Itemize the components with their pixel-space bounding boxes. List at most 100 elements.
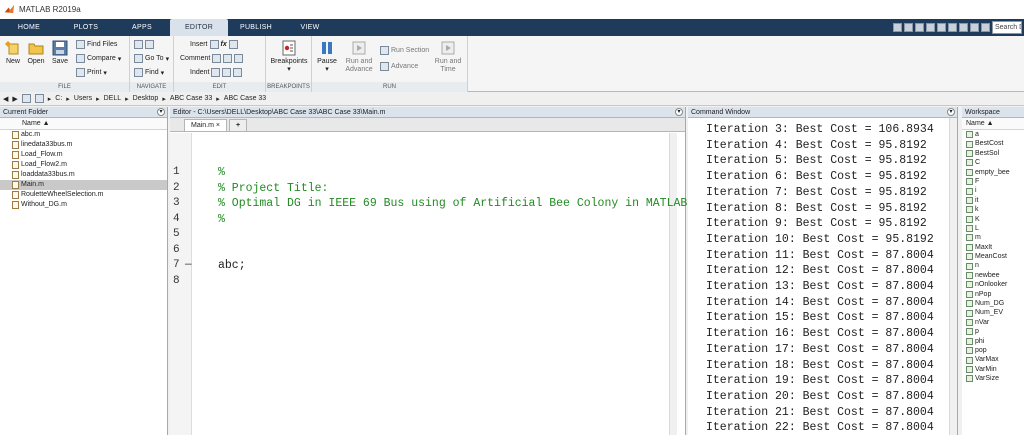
print-button[interactable]: Print ▾ <box>76 68 107 77</box>
workspace-variable[interactable]: a <box>962 130 1024 139</box>
tab-editor[interactable]: EDITOR <box>170 19 228 36</box>
breakpoints-button[interactable]: Breakpoints ▾ <box>268 40 310 74</box>
workspace-variable[interactable]: empty_bee <box>962 168 1024 177</box>
file-list-item[interactable]: abc.m <box>0 130 167 140</box>
workspace-variable[interactable]: C <box>962 158 1024 167</box>
workspace-variable[interactable]: pop <box>962 346 1024 355</box>
up-folder-icon[interactable] <box>21 94 31 103</box>
workspace-variable[interactable]: BestCost <box>962 139 1024 148</box>
command-scrollbar[interactable] <box>949 118 957 435</box>
save-quick-icon[interactable] <box>893 23 902 32</box>
file-list-item[interactable]: Without_DG.m <box>0 200 167 210</box>
workspace-variable[interactable]: MeanCost <box>962 252 1024 261</box>
workspace-name-column[interactable]: Name ▲ <box>962 118 1024 130</box>
pause-button[interactable]: Pause ▾ <box>314 40 340 74</box>
open-button[interactable]: Open <box>26 40 46 66</box>
code-line[interactable]: % <box>218 166 225 179</box>
comment-button[interactable]: Comment <box>180 54 244 63</box>
find-files-button[interactable]: Find Files <box>76 40 117 49</box>
undo-quick-icon[interactable] <box>937 23 946 32</box>
panel-menu-icon[interactable]: ▾ <box>675 108 683 116</box>
tab-plots[interactable]: PLOTS <box>58 19 114 36</box>
workspace-variable[interactable]: F <box>962 177 1024 186</box>
back-forward-buttons[interactable] <box>134 40 154 49</box>
code-area[interactable] <box>192 133 677 435</box>
file-list-item[interactable]: linedata33bus.m <box>0 140 167 150</box>
file-list-item[interactable]: RouletteWheelSelection.m <box>0 190 167 200</box>
workspace-variable[interactable]: nPop <box>962 290 1024 299</box>
variable-icon <box>966 262 973 270</box>
file-list-item[interactable]: Main.m <box>0 180 167 190</box>
workspace-variable[interactable]: it <box>962 196 1024 205</box>
breadcrumb[interactable]: DELL <box>104 95 122 102</box>
code-line[interactable]: abc; <box>218 259 246 272</box>
code-line[interactable]: % Optimal DG in IEEE 69 Bus using of Art… <box>218 197 687 210</box>
variable-name: n <box>975 262 979 270</box>
workspace-variable[interactable]: i <box>962 186 1024 195</box>
editor-scrollbar[interactable] <box>669 133 677 435</box>
breadcrumb[interactable]: ABC Case 33 <box>224 95 266 102</box>
copy-quick-icon[interactable] <box>915 23 924 32</box>
workspace-variable[interactable]: BestSol <box>962 149 1024 158</box>
panel-menu-icon[interactable]: ▾ <box>157 108 165 116</box>
panel-menu-icon[interactable]: ▾ <box>947 108 955 116</box>
tab-main-m[interactable]: Main.m × <box>184 119 227 131</box>
file-list-item[interactable]: Load_Flow2.m <box>0 160 167 170</box>
workspace-variable[interactable]: Num_DG <box>962 299 1024 308</box>
cut-quick-icon[interactable] <box>904 23 913 32</box>
workspace-variable[interactable]: n <box>962 261 1024 270</box>
insert-button[interactable]: Insert fx <box>190 40 238 49</box>
tab-publish[interactable]: PUBLISH <box>228 19 284 36</box>
workspace-variable[interactable]: MaxIt <box>962 243 1024 252</box>
new-tab-button[interactable]: + <box>229 119 248 131</box>
tab-apps[interactable]: APPS <box>114 19 170 36</box>
back-icon[interactable]: ◀ <box>3 95 8 103</box>
goto-button[interactable]: Go To ▾ <box>134 54 169 63</box>
workspace-variable[interactable]: newbee <box>962 271 1024 280</box>
compare-button[interactable]: Compare ▾ <box>76 54 121 63</box>
run-section-button[interactable]: Run Section <box>380 46 429 55</box>
indent-button[interactable]: Indent <box>190 68 243 77</box>
breadcrumb[interactable]: ABC Case 33 <box>170 95 212 102</box>
breadcrumb[interactable]: C: <box>55 95 62 102</box>
workspace-variable[interactable]: L <box>962 224 1024 233</box>
tab-home[interactable]: HOME <box>0 19 58 36</box>
close-icon[interactable]: × <box>216 122 220 129</box>
search-documentation-input[interactable]: Search D <box>992 21 1022 34</box>
tab-view[interactable]: VIEW <box>284 19 336 36</box>
run-and-advance-button[interactable]: Run and Advance <box>342 40 376 74</box>
breakpoint-marker[interactable]: — <box>185 259 192 271</box>
workspace-variable[interactable]: m <box>962 233 1024 242</box>
community-quick-icon[interactable] <box>981 23 990 32</box>
workspace-variable[interactable]: nOnlooker <box>962 280 1024 289</box>
code-line[interactable]: % <box>218 213 225 226</box>
file-list-item[interactable]: loaddata33bus.m <box>0 170 167 180</box>
workspace-variable[interactable]: VarMax <box>962 355 1024 364</box>
file-group-label: FILE <box>0 82 129 92</box>
workspace-variable[interactable]: VarMin <box>962 365 1024 374</box>
workspace-variable[interactable]: p <box>962 327 1024 336</box>
breadcrumb[interactable]: Users <box>74 95 92 102</box>
help-quick-icon[interactable] <box>959 23 968 32</box>
save-button[interactable]: Save <box>50 40 70 66</box>
settings-quick-icon[interactable] <box>970 23 979 32</box>
redo-quick-icon[interactable] <box>948 23 957 32</box>
address-bar[interactable]: ◀ ▶ ▸ C: ▸ Users ▸ DELL ▸ Desktop ▸ ABC … <box>0 92 1024 106</box>
paste-quick-icon[interactable] <box>926 23 935 32</box>
forward-icon[interactable]: ▶ <box>12 95 17 103</box>
workspace-variable[interactable]: VarSize <box>962 374 1024 383</box>
name-column-header[interactable]: Name ▲ <box>0 118 167 130</box>
workspace-variable[interactable]: phi <box>962 337 1024 346</box>
browse-folder-icon[interactable] <box>34 94 44 103</box>
new-button[interactable]: New <box>3 40 23 66</box>
run-and-time-button[interactable]: Run and Time <box>432 40 464 74</box>
code-line[interactable]: % Project Title: <box>218 182 328 195</box>
workspace-variable[interactable]: k <box>962 205 1024 214</box>
find-button[interactable]: Find ▾ <box>134 68 164 77</box>
file-list-item[interactable]: Load_Flow.m <box>0 150 167 160</box>
workspace-variable[interactable]: Num_EV <box>962 308 1024 317</box>
advance-button[interactable]: Advance <box>380 62 418 71</box>
workspace-variable[interactable]: K <box>962 215 1024 224</box>
workspace-variable[interactable]: nVar <box>962 318 1024 327</box>
breadcrumb[interactable]: Desktop <box>133 95 159 102</box>
